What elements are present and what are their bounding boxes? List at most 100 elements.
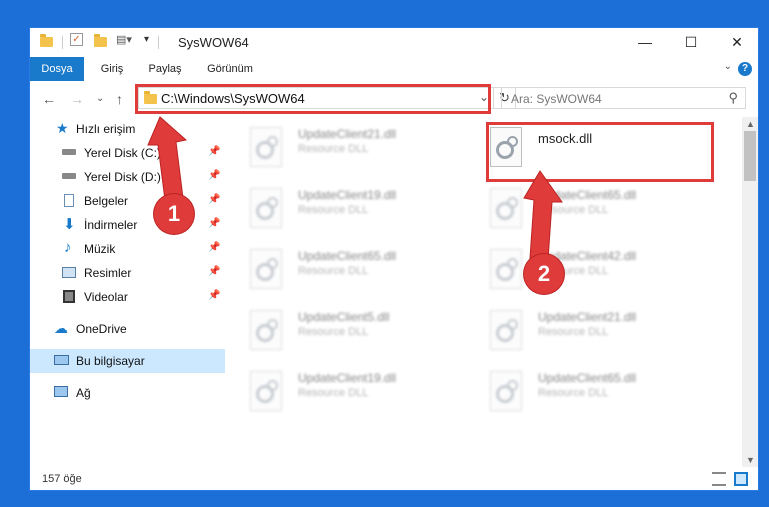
address-highlight-box	[135, 84, 491, 114]
search-icon: ⚲	[728, 90, 738, 105]
pin-icon[interactable]: 📌	[208, 170, 220, 181]
item-count: 157 öğe	[42, 473, 82, 485]
divider	[158, 36, 159, 49]
file-highlight-box	[486, 122, 714, 182]
list-item[interactable]: UpdateClient42.dll Resource DLL	[470, 243, 700, 297]
pin-icon[interactable]: 📌	[208, 266, 220, 277]
forward-icon[interactable]: →	[70, 91, 84, 107]
nav-item-videos[interactable]: Videolar 📌	[30, 285, 225, 309]
search-placeholder: Ara: SysWOW64	[511, 92, 602, 106]
nav-label: Bu bilgisayar	[76, 354, 145, 368]
nav-item-documents[interactable]: Belgeler 📌	[30, 189, 225, 213]
nav-item-pictures[interactable]: Resimler 📌	[30, 261, 225, 285]
back-icon[interactable]: ←	[42, 91, 56, 107]
star-icon: ★	[56, 120, 69, 136]
nav-item-music[interactable]: ♪ Müzik 📌	[30, 237, 225, 261]
file-name: UpdateClient65.dll	[538, 188, 637, 202]
list-item[interactable]: UpdateClient65.dll Resource DLL	[470, 182, 700, 236]
callout-1: 1	[154, 194, 194, 234]
nav-item-downloads[interactable]: ⬇ İndirmeler 📌	[30, 213, 225, 237]
dll-file-icon	[490, 310, 522, 350]
file-name: UpdateClient65.dll	[298, 249, 397, 263]
dll-file-icon	[250, 371, 282, 411]
scroll-up-icon[interactable]: ▲	[746, 119, 755, 129]
nav-label: OneDrive	[76, 322, 127, 336]
window-title: SysWOW64	[178, 35, 249, 50]
dll-file-icon	[250, 188, 282, 228]
properties-icon[interactable]: ✓	[70, 33, 83, 46]
nav-item-local-disk-c[interactable]: Yerel Disk (C:) 📌	[30, 141, 225, 165]
file-name: UpdateClient5.dll	[298, 310, 390, 324]
status-bar: 157 öğe	[30, 467, 758, 490]
divider	[62, 36, 63, 49]
maximize-button[interactable]: ☐	[668, 28, 714, 57]
cloud-icon: ☁	[54, 320, 68, 336]
quick-access-dropdown-icon[interactable]: ▾	[144, 34, 149, 50]
nav-label: Videolar	[84, 290, 128, 304]
nav-item-this-pc[interactable]: Bu bilgisayar	[30, 349, 225, 373]
dll-file-icon	[250, 127, 282, 167]
tab-share[interactable]: Paylaş	[140, 57, 190, 81]
download-icon: ⬇	[63, 216, 76, 233]
nav-item-quick-access[interactable]: ★ Hızlı erişim	[30, 117, 225, 141]
file-name: UpdateClient19.dll	[298, 371, 397, 385]
file-type: Resource DLL	[298, 143, 369, 155]
customize-quick-access-icon[interactable]: ▤▾	[116, 33, 132, 49]
close-button[interactable]: ✕	[714, 28, 758, 57]
nav-label: Ağ	[76, 386, 91, 400]
nav-item-local-disk-d[interactable]: Yerel Disk (D:) 📌	[30, 165, 225, 189]
minimize-button[interactable]: —	[622, 28, 668, 57]
nav-item-network[interactable]: Ağ	[30, 381, 225, 405]
computer-icon	[54, 355, 69, 365]
file-type: Resource DLL	[538, 387, 609, 399]
file-name: UpdateClient21.dll	[538, 310, 637, 324]
navigation-pane: ★ Hızlı erişim Yerel Disk (C:) 📌 Yerel D…	[30, 117, 225, 467]
vertical-scrollbar[interactable]: ▲ ▼	[742, 117, 758, 467]
scrollbar-thumb[interactable]	[744, 131, 756, 181]
file-name: UpdateClient19.dll	[298, 188, 397, 202]
scroll-down-icon[interactable]: ▼	[746, 455, 755, 465]
dll-file-icon	[490, 249, 522, 289]
pin-icon[interactable]: 📌	[208, 146, 220, 157]
file-type: Resource DLL	[298, 265, 369, 277]
file-type: Resource DLL	[538, 204, 609, 216]
large-icons-view-icon[interactable]	[734, 472, 748, 486]
recent-locations-icon[interactable]: ⌄	[96, 93, 104, 104]
music-icon: ♪	[64, 239, 72, 256]
drive-icon	[62, 149, 76, 155]
pin-icon[interactable]: 📌	[208, 218, 220, 229]
tab-home[interactable]: Giriş	[88, 57, 136, 81]
nav-label: Resimler	[84, 266, 132, 280]
file-type: Resource DLL	[538, 326, 609, 338]
list-item[interactable]: UpdateClient21.dll Resource DLL	[470, 304, 700, 358]
nav-label: Yerel Disk (D:)	[84, 170, 161, 184]
nav-label: Hızlı erişim	[76, 122, 136, 136]
expand-ribbon-icon[interactable]: ⌄	[724, 61, 732, 72]
list-item[interactable]: UpdateClient19.dll Resource DLL	[230, 365, 460, 419]
dll-file-icon	[250, 249, 282, 289]
details-view-icon[interactable]	[712, 472, 726, 486]
nav-label: Müzik	[84, 242, 116, 256]
search-input[interactable]: Ara: SysWOW64 ⚲	[501, 87, 746, 109]
list-item[interactable]: UpdateClient5.dll Resource DLL	[230, 304, 460, 358]
list-item[interactable]: UpdateClient19.dll Resource DLL	[230, 182, 460, 236]
drive-icon	[62, 173, 76, 179]
ribbon: Dosya Giriş Paylaş Görünüm ⌄ ?	[30, 57, 758, 111]
help-icon[interactable]: ?	[738, 62, 752, 76]
pin-icon[interactable]: 📌	[208, 194, 220, 205]
nav-item-onedrive[interactable]: ☁ OneDrive	[30, 317, 225, 341]
list-item[interactable]: UpdateClient65.dll Resource DLL	[230, 243, 460, 297]
pictures-icon	[62, 267, 76, 278]
documents-icon	[64, 194, 74, 207]
file-type: Resource DLL	[298, 204, 369, 216]
pin-icon[interactable]: 📌	[208, 242, 220, 253]
dll-file-icon	[250, 310, 282, 350]
list-item[interactable]: UpdateClient21.dll Resource DLL	[230, 121, 460, 175]
pin-icon[interactable]: 📌	[208, 290, 220, 301]
dll-file-icon	[490, 188, 522, 228]
list-item[interactable]: UpdateClient65.dll Resource DLL	[470, 365, 700, 419]
up-icon[interactable]: ↑	[116, 91, 123, 107]
tab-view[interactable]: Görünüm	[196, 57, 264, 81]
file-name: UpdateClient65.dll	[538, 371, 637, 385]
file-name: UpdateClient21.dll	[298, 127, 397, 141]
